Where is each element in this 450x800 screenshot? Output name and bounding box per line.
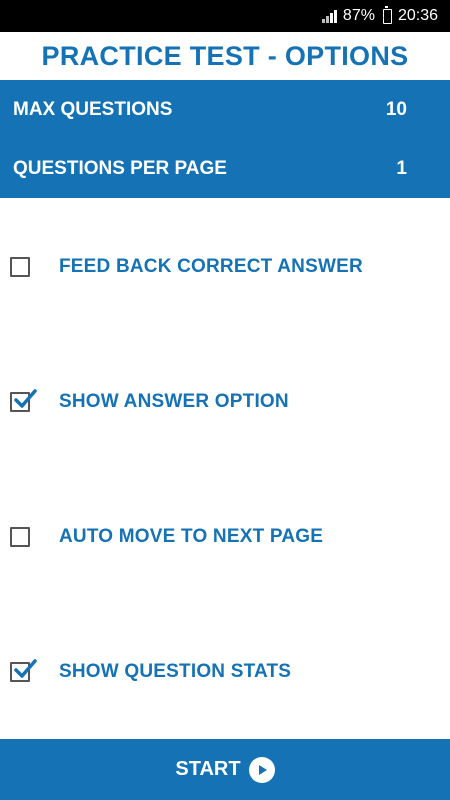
setting-label: MAX QUESTIONS: [13, 98, 173, 120]
option-feed-back-correct-answer[interactable]: FEED BACK CORRECT ANSWER: [0, 247, 450, 287]
option-label: FEED BACK CORRECT ANSWER: [59, 256, 363, 277]
option-show-answer-option[interactable]: SHOW ANSWER OPTION: [0, 382, 450, 422]
setting-value: 1: [396, 157, 407, 179]
signal-icon: [321, 9, 337, 23]
setting-label: QUESTIONS PER PAGE: [13, 157, 227, 179]
option-label: SHOW QUESTION STATS: [59, 661, 292, 682]
check-icon: [14, 659, 37, 678]
battery-charging-icon: [382, 5, 392, 24]
settings-panel: MAX QUESTIONS 10 QUESTIONS PER PAGE 1: [0, 80, 450, 198]
status-bar: 87% 20:36: [0, 0, 450, 32]
checkbox[interactable]: [10, 389, 37, 412]
setting-value: 10: [385, 98, 407, 120]
options-list: FEED BACK CORRECT ANSWER SHOW ANSWER OPT…: [0, 198, 450, 739]
checkbox[interactable]: [10, 659, 37, 682]
start-button[interactable]: START: [0, 739, 450, 800]
clock: 20:36: [397, 7, 438, 24]
play-circle-icon: [248, 756, 275, 783]
battery-percent: 87%: [342, 7, 375, 24]
start-label: START: [175, 758, 241, 780]
option-label: SHOW ANSWER OPTION: [59, 391, 289, 412]
setting-max-questions[interactable]: MAX QUESTIONS 10: [0, 80, 450, 139]
option-show-question-stats[interactable]: SHOW QUESTION STATS: [0, 652, 450, 692]
checkbox[interactable]: [10, 257, 30, 277]
option-label: AUTO MOVE TO NEXT PAGE: [59, 526, 324, 547]
setting-questions-per-page[interactable]: QUESTIONS PER PAGE 1: [0, 139, 450, 198]
checkbox[interactable]: [10, 527, 30, 547]
page-title: PRACTICE TEST - OPTIONS: [41, 40, 409, 71]
option-auto-move-to-next-page[interactable]: AUTO MOVE TO NEXT PAGE: [0, 517, 450, 557]
check-icon: [14, 389, 37, 408]
